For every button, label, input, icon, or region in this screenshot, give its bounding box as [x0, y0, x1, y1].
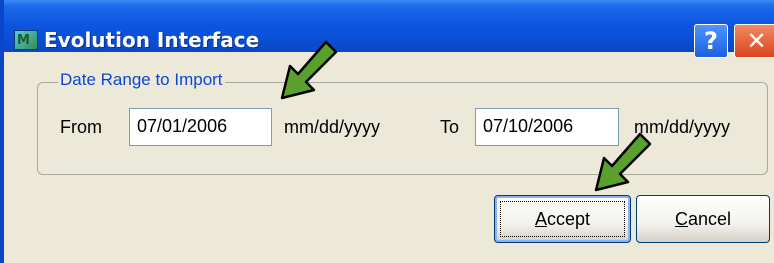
accept-button[interactable]: Accept: [494, 195, 631, 243]
from-date-field[interactable]: 07/01/2006: [129, 108, 272, 146]
help-button[interactable]: ?: [694, 24, 728, 58]
from-label: From: [60, 117, 102, 137]
title-bar[interactable]: M Evolution Interface ? ✕: [4, 0, 774, 58]
date-range-group-label: Date Range to Import: [58, 70, 225, 90]
dialog-window: M Evolution Interface ? ✕ Date Range to …: [0, 0, 774, 263]
cancel-button[interactable]: Cancel: [636, 195, 770, 243]
cancel-label: Cancel: [674, 208, 732, 229]
window-title: Evolution Interface: [44, 28, 260, 52]
annotation-arrow-icon: [594, 132, 652, 192]
app-icon: M: [14, 30, 38, 50]
to-label: To: [440, 117, 460, 137]
focus-rectangle: [500, 201, 625, 237]
close-button[interactable]: ✕: [734, 24, 774, 58]
annotation-arrow-icon: [280, 40, 338, 100]
from-format-hint: mm/dd/yyyy: [284, 117, 381, 137]
